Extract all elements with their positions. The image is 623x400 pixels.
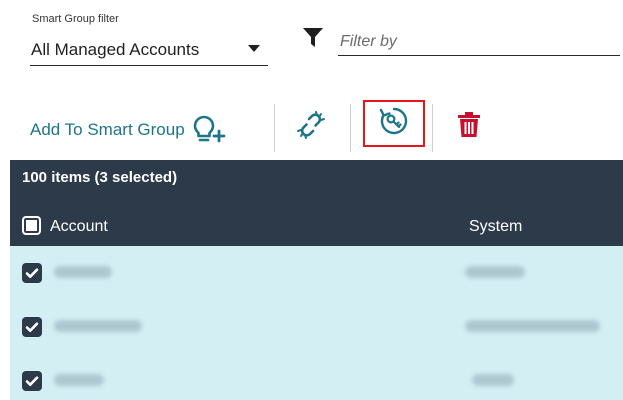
table-row[interactable] <box>10 246 623 300</box>
column-header-system[interactable]: System <box>469 218 522 236</box>
check-icon <box>25 322 39 332</box>
select-all-checkbox[interactable] <box>22 216 41 235</box>
delete-button[interactable] <box>450 107 488 147</box>
system-cell-redacted <box>465 320 600 332</box>
smart-group-filter: Smart Group filter All Managed Accounts <box>30 10 268 66</box>
toolbar-divider <box>432 104 433 152</box>
toolbar-divider <box>274 104 275 152</box>
rotate-password-button[interactable] <box>363 100 425 147</box>
account-cell-redacted <box>54 320 142 332</box>
system-cell-redacted <box>465 266 525 278</box>
smart-group-value: All Managed Accounts <box>31 40 200 59</box>
filter-funnel-icon <box>302 27 324 49</box>
rotate-password-icon <box>378 105 410 142</box>
chevron-down-icon <box>248 45 260 52</box>
table-row[interactable] <box>10 354 623 400</box>
table-row[interactable] <box>10 300 623 354</box>
grid-header: 100 items (3 selected) Account System <box>10 160 623 246</box>
account-cell-redacted <box>54 374 104 386</box>
add-to-smart-group-label: Add To Smart Group <box>30 120 185 139</box>
trash-icon <box>457 111 481 144</box>
check-icon <box>25 268 39 278</box>
item-count: 100 items (3 selected) <box>22 169 178 186</box>
add-to-smart-group-button[interactable]: Add To Smart Group <box>30 110 227 150</box>
row-checkbox[interactable] <box>22 263 42 283</box>
system-cell-redacted <box>472 374 514 386</box>
grid-rows <box>10 246 623 400</box>
row-checkbox[interactable] <box>22 371 42 391</box>
check-icon <box>25 376 39 386</box>
row-checkbox[interactable] <box>22 317 42 337</box>
add-bulb-icon <box>191 114 227 146</box>
accounts-grid: 100 items (3 selected) Account System <box>10 160 623 400</box>
account-cell-redacted <box>54 266 112 278</box>
toolbar-divider <box>350 104 351 152</box>
smart-group-caption: Smart Group filter <box>32 13 119 25</box>
unlink-button[interactable] <box>292 107 330 147</box>
column-header-row: Account System <box>10 212 623 246</box>
filter-input[interactable] <box>338 22 620 56</box>
smart-group-select[interactable]: All Managed Accounts <box>30 32 268 66</box>
unlink-icon <box>296 110 326 145</box>
column-header-account[interactable]: Account <box>50 218 108 236</box>
toolbar: Add To Smart Group <box>0 100 623 160</box>
